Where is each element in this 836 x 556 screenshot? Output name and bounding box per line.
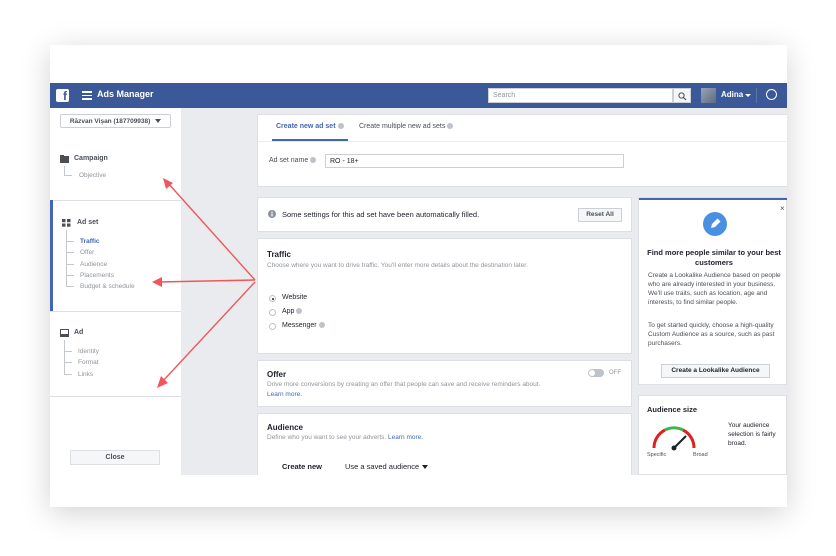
audience-title: Audience (267, 423, 304, 432)
autofill-notice-card: Some settings for this ad set have been … (257, 197, 632, 232)
radio-label-website[interactable]: Website (282, 294, 307, 301)
autofill-notice-text: Some settings for this ad set have been … (282, 210, 480, 219)
grid-icon (62, 219, 71, 227)
search-button[interactable] (673, 88, 691, 103)
tree-line (64, 175, 72, 176)
app-window: f Ads Manager Search Adina Răzvan Vișan … (50, 45, 787, 507)
lookalike-text-1: Create a Lookalike Audience based on peo… (648, 272, 781, 306)
tree-line (64, 166, 65, 175)
sidebar-item-traffic[interactable]: Traffic (80, 238, 100, 245)
tree-line (64, 374, 72, 375)
create-lookalike-audience-button[interactable]: Create a Lookalike Audience (661, 364, 770, 378)
sidebar-item-budget-schedule[interactable]: Budget & schedule (80, 283, 135, 290)
sidebar-item-audience[interactable]: Audience (80, 261, 107, 268)
active-section-indicator (50, 200, 53, 311)
radio-label-messenger[interactable]: Messenger (282, 322, 325, 329)
lookalike-text-2: To get started quickly, choose a high-qu… (648, 322, 775, 347)
adset-header-card: Create new ad set Create multiple new ad… (257, 114, 787, 187)
tab-divider (258, 141, 787, 142)
ad-icon (60, 329, 69, 337)
search-input[interactable]: Search (488, 88, 673, 103)
traffic-card: Traffic Choose where you want to drive t… (257, 238, 632, 354)
offer-title: Offer (267, 370, 287, 379)
close-button[interactable]: Close (70, 450, 160, 465)
info-icon[interactable] (296, 308, 303, 315)
globe-icon[interactable] (766, 89, 777, 100)
audience-size-card: Audience size Specific Broad Your audien… (638, 395, 787, 475)
tree-line (66, 286, 74, 287)
audience-size-title: Audience size (647, 405, 698, 414)
sidebar-section-ad[interactable]: Ad (74, 329, 83, 336)
topbar-divider (756, 88, 757, 103)
sidebar: Răzvan Vișan (187709938) Campaign Object… (50, 108, 182, 475)
info-icon[interactable] (310, 157, 317, 164)
info-icon[interactable] (447, 123, 454, 130)
main-content: Create new ad set Create multiple new ad… (181, 108, 787, 475)
tree-line (66, 241, 74, 242)
info-circle-icon (268, 210, 276, 218)
info-icon[interactable] (318, 322, 325, 329)
app-title[interactable]: Ads Manager (97, 89, 154, 99)
lookalike-title: Find more people similar to your best cu… (647, 248, 781, 267)
audience-size-text: Your audience selection is fairly broad. (728, 422, 776, 447)
sidebar-item-format[interactable]: Format (78, 359, 99, 366)
gauge-specific-label: Specific (647, 452, 667, 458)
top-bar: f Ads Manager Search Adina (50, 83, 787, 108)
offer-toggle-label: OFF (609, 370, 621, 376)
bottom-strip (50, 475, 787, 507)
account-selector[interactable]: Răzvan Vișan (187709938) (60, 114, 171, 128)
audience-gauge (652, 426, 696, 451)
tab-create-new-ad-set[interactable]: Create new ad set (276, 123, 344, 130)
sidebar-section-adset[interactable]: Ad set (77, 219, 98, 226)
tree-line (64, 351, 72, 352)
saved-audience-dropdown[interactable]: Use a saved audience (345, 462, 429, 471)
chevron-down-icon[interactable] (745, 94, 751, 97)
tree-line (64, 340, 65, 374)
lookalike-card: × Find more people similar to your best … (638, 197, 787, 385)
offer-description: Drive more conversions by creating an of… (267, 381, 541, 388)
gauge-broad-label: Broad (693, 452, 708, 458)
section-divider (50, 396, 181, 397)
offer-card: Offer Drive more conversions by creating… (257, 360, 632, 407)
card-top-accent (639, 198, 787, 200)
folder-icon (60, 155, 69, 163)
facebook-logo-icon[interactable]: f (56, 89, 69, 103)
tree-line (66, 230, 67, 286)
radio-label-app[interactable]: App (282, 308, 303, 315)
offer-toggle[interactable] (588, 369, 604, 377)
traffic-description: Choose where you want to drive traffic. … (267, 262, 528, 269)
reset-all-button[interactable]: Reset All (578, 208, 622, 222)
avatar[interactable] (701, 88, 716, 103)
radio-messenger[interactable] (269, 323, 276, 330)
search-icon (678, 92, 687, 101)
info-icon[interactable] (337, 123, 344, 130)
audience-card: Audience Define who you want to see your… (257, 413, 632, 475)
sidebar-item-offer[interactable]: Offer (80, 249, 94, 256)
traffic-title: Traffic (267, 250, 292, 259)
sidebar-section-campaign[interactable]: Campaign (74, 155, 108, 162)
hamburger-menu-icon[interactable] (82, 91, 92, 100)
tree-line (66, 252, 74, 253)
tab-create-multiple-ad-sets[interactable]: Create multiple new ad sets (359, 123, 454, 130)
tree-line (66, 275, 74, 276)
adset-name-input[interactable]: RO - 18+ (325, 154, 624, 168)
sidebar-item-identity[interactable]: Identity (78, 348, 99, 355)
sidebar-item-links[interactable]: Links (78, 371, 93, 378)
tree-line (66, 264, 74, 265)
section-divider (50, 311, 181, 312)
section-divider (50, 200, 181, 201)
sidebar-item-placements[interactable]: Placements (80, 272, 114, 279)
audience-description: Define who you want to see your adverts.… (267, 434, 424, 441)
audience-learn-more-link[interactable]: Learn more. (388, 434, 423, 441)
create-new-audience-tab[interactable]: Create new (282, 462, 322, 471)
radio-app[interactable] (269, 309, 276, 316)
user-name[interactable]: Adina (721, 90, 743, 99)
offer-learn-more-link[interactable]: Learn more. (267, 391, 302, 398)
sidebar-item-objective[interactable]: Objective (79, 172, 106, 179)
pen-icon (703, 212, 727, 236)
radio-website[interactable] (269, 295, 276, 302)
tree-line (64, 362, 72, 363)
close-icon[interactable]: × (780, 204, 785, 213)
adset-name-label: Ad set name (269, 157, 317, 164)
